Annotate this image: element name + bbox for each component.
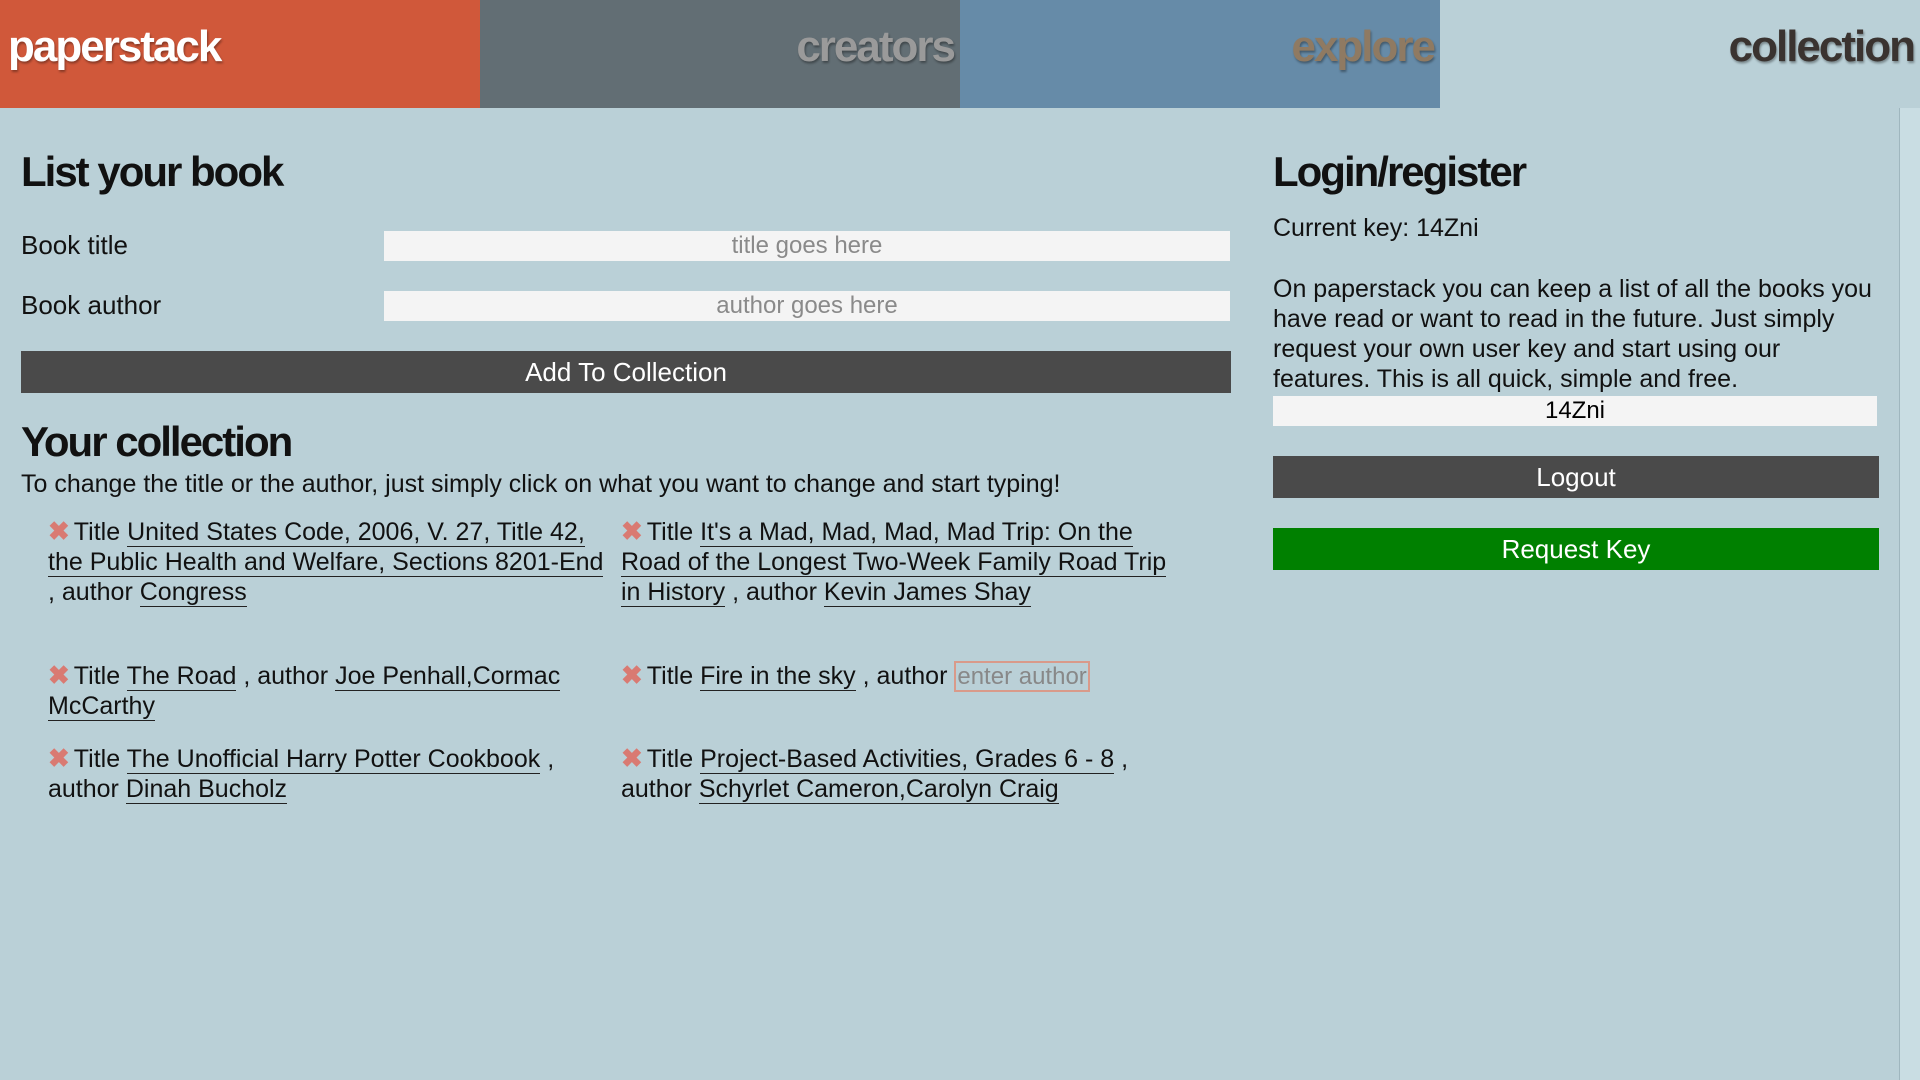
nav-tab-explore[interactable]: explore — [960, 0, 1440, 108]
nav-tab-collection[interactable]: collection — [1440, 0, 1920, 108]
author-prefix: , author — [732, 578, 817, 606]
brand-logo[interactable]: paperstack — [8, 22, 222, 72]
title-prefix: Title — [73, 662, 121, 690]
title-prefix: Title — [73, 518, 121, 546]
vertical-scrollbar[interactable] — [1899, 108, 1920, 1080]
logout-button[interactable]: Logout — [1273, 456, 1879, 498]
book-item: ✖ Title It's a Mad, Mad, Mad, Mad Trip: O… — [621, 516, 1181, 607]
current-key-text: Current key: 14Zni — [1273, 214, 1479, 242]
nav-tab-creators[interactable]: creators — [480, 0, 960, 108]
top-nav: paperstack creators explore collection — [0, 0, 1920, 108]
author-prefix: , author — [48, 578, 133, 606]
nav-tab-collection-label[interactable]: collection — [1729, 22, 1916, 72]
collection-hint: To change the title or the author, just … — [21, 470, 1061, 498]
book-author-empty-input[interactable]: enter author — [954, 661, 1090, 692]
book-author-editable[interactable]: Dinah Bucholz — [125, 775, 288, 804]
book-title-input[interactable] — [384, 231, 1230, 261]
author-prefix: , author — [862, 662, 948, 690]
book-title-editable[interactable]: The Unofficial Harry Potter Cookbook — [126, 745, 541, 774]
add-to-collection-button[interactable]: Add To Collection — [21, 351, 1231, 393]
book-title-editable[interactable]: The Road — [126, 662, 237, 691]
title-prefix: Title — [646, 745, 694, 773]
book-title-label: Book title — [21, 230, 128, 260]
delete-icon[interactable]: ✖ — [621, 743, 643, 773]
delete-icon[interactable]: ✖ — [621, 516, 643, 546]
book-title-editable[interactable]: Fire in the sky — [700, 662, 856, 691]
book-title-editable[interactable]: Project-Based Activities, Grades 6 - 8 — [700, 745, 1115, 774]
delete-icon[interactable]: ✖ — [621, 660, 643, 690]
about-text: On paperstack you can keep a list of all… — [1273, 275, 1872, 393]
book-title-editable[interactable]: United States Code, 2006, V. 27, Title 4… — [48, 518, 604, 577]
book-item: ✖ Title United States Code, 2006, V. 27, … — [48, 516, 608, 607]
author-prefix: , author — [243, 662, 329, 690]
nav-tab-explore-label[interactable]: explore — [1291, 22, 1436, 72]
book-item: ✖ Title Fire in the sky , author enter au… — [621, 660, 1181, 692]
delete-icon[interactable]: ✖ — [48, 516, 70, 546]
nav-tab-creators-label[interactable]: creators — [796, 22, 956, 72]
book-author-editable[interactable]: Congress — [139, 578, 247, 607]
title-prefix: Title — [73, 745, 121, 773]
book-item: ✖ Title The Unofficial Harry Potter Cookb… — [48, 743, 608, 804]
delete-icon[interactable]: ✖ — [48, 743, 70, 773]
book-author-label: Book author — [21, 290, 162, 320]
book-item: ✖ Title The Road , author Joe Penhall,Cor… — [48, 660, 608, 721]
user-key-input[interactable] — [1273, 396, 1877, 426]
request-key-button[interactable]: Request Key — [1273, 528, 1879, 570]
collection-heading: Your collection — [21, 418, 293, 465]
delete-icon[interactable]: ✖ — [48, 660, 70, 690]
book-item: ✖ Title Project-Based Activities, Grades … — [621, 743, 1181, 804]
login-heading: Login/register — [1273, 148, 1527, 195]
list-book-heading: List your book — [21, 148, 284, 195]
nav-brand[interactable]: paperstack — [0, 0, 480, 108]
title-prefix: Title — [646, 518, 694, 546]
book-author-editable[interactable]: Schyrlet Cameron,Carolyn Craig — [698, 775, 1059, 804]
book-author-editable[interactable]: Kevin James Shay — [823, 578, 1031, 607]
book-author-input[interactable] — [384, 291, 1230, 321]
title-prefix: Title — [646, 662, 694, 690]
